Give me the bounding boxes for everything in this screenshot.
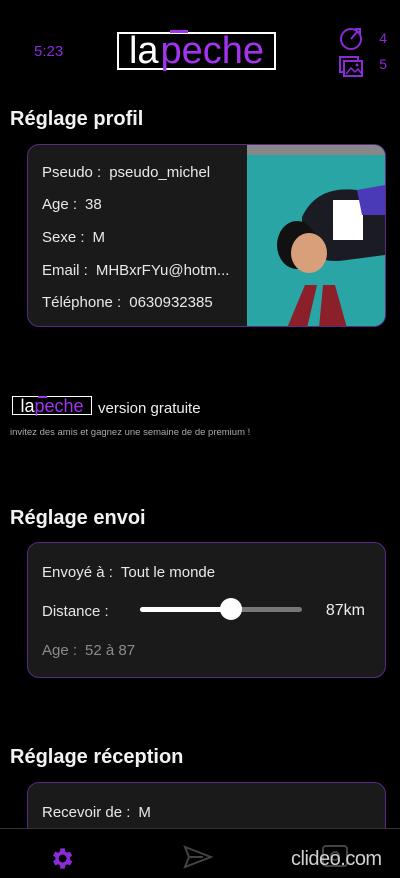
receive-from[interactable]: Recevoir de :M xyxy=(42,804,151,821)
logo-part1: la xyxy=(128,30,159,72)
profile-pseudo: Pseudo : pseudo_michel xyxy=(42,164,211,181)
boost-count: 4 xyxy=(379,30,387,46)
send-settings-card: Envoyé à : Tout le monde Distance : 87km … xyxy=(27,542,386,678)
send-recipients[interactable]: Envoyé à : Tout le monde xyxy=(42,564,215,581)
distance-slider[interactable] xyxy=(140,598,302,620)
version-label[interactable]: version gratuite xyxy=(98,400,201,417)
receive-section-title: Réglage réception xyxy=(10,746,184,768)
distance-value: 87km xyxy=(325,602,365,619)
invite-text[interactable]: invitez des amis et gagnez une semaine d… xyxy=(10,427,250,438)
distance-slider-fill xyxy=(140,607,231,612)
profile-photo[interactable] xyxy=(247,145,385,326)
watermark: clideo.com xyxy=(291,848,382,870)
boost-icon[interactable] xyxy=(338,25,364,51)
profile-section-title: Réglage profil xyxy=(10,108,144,130)
promo-logo: la peche xyxy=(12,395,92,415)
profile-card[interactable]: Pseudo : pseudo_michel Age :38 Sexe :M Em… xyxy=(27,144,386,327)
profile-age: Age :38 xyxy=(42,196,102,213)
profile-sex: Sexe :M xyxy=(42,229,106,246)
send-age-range[interactable]: Age :52 à 87 xyxy=(42,642,135,659)
distance-slider-thumb[interactable] xyxy=(219,598,242,620)
send-icon[interactable] xyxy=(183,845,213,869)
profile-phone: Téléphone :0630932385 xyxy=(42,294,213,311)
app-logo: la peche xyxy=(117,30,276,72)
settings-icon[interactable] xyxy=(48,845,75,872)
picture-icon[interactable] xyxy=(338,52,364,78)
send-section-title: Réglage envoi xyxy=(10,507,146,529)
status-time: 5:23 xyxy=(34,43,64,60)
picture-count: 5 xyxy=(379,56,387,72)
profile-email: Email : MHBxrFYu@hotm... xyxy=(42,262,230,279)
distance-label: Distance : xyxy=(42,603,109,620)
logo-part2: peche xyxy=(160,30,265,72)
